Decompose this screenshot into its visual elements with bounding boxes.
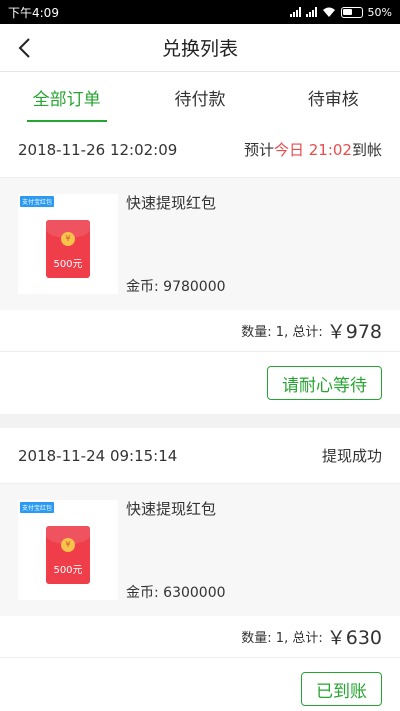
signal-icon bbox=[289, 7, 301, 17]
tab-all-orders[interactable]: 全部订单 bbox=[0, 72, 133, 122]
order-status: 提现成功 bbox=[321, 447, 382, 465]
order-date: 2018-11-24 09:15:14 bbox=[18, 446, 178, 465]
order-date: 2018-11-26 12:02:09 bbox=[18, 140, 178, 159]
red-envelope-image: 支付宝红包 ¥ 500元 bbox=[18, 194, 118, 294]
quantity-label: 数量: 1, 总计: bbox=[241, 631, 323, 646]
tab-bar: 全部订单 待付款 待审核 bbox=[0, 72, 400, 122]
order-total: ￥978 bbox=[326, 321, 382, 343]
coin-amount: 金币: 6300000 bbox=[126, 585, 226, 601]
alipay-tag: 支付宝红包 bbox=[20, 502, 55, 513]
back-icon[interactable] bbox=[14, 36, 36, 60]
signal-icon-2 bbox=[305, 7, 317, 17]
product-row[interactable]: 支付宝红包 ¥ 500元 快速提现红包 金币: 9780000 bbox=[0, 178, 400, 310]
order-summary: 数量: 1, 总计: ￥630 bbox=[0, 616, 400, 658]
tab-pending-review[interactable]: 待审核 bbox=[267, 72, 400, 122]
wait-button[interactable]: 请耐心等待 bbox=[267, 366, 382, 400]
order-status: 预计今日 21:02到帐 bbox=[243, 141, 382, 159]
red-envelope-icon: ¥ 500元 bbox=[46, 526, 90, 584]
red-envelope-icon: ¥ 500元 bbox=[46, 220, 90, 278]
title-bar: 兑换列表 bbox=[0, 24, 400, 72]
received-button[interactable]: 已到账 bbox=[301, 672, 382, 706]
product-row[interactable]: 支付宝红包 ¥ 500元 快速提现红包 金币: 6300000 bbox=[0, 484, 400, 616]
order-card: 2018-11-24 09:15:14 提现成功 支付宝红包 ¥ 500元 快速… bbox=[0, 428, 400, 711]
order-card: 2018-11-26 12:02:09 预计今日 21:02到帐 支付宝红包 ¥… bbox=[0, 122, 400, 414]
battery-level: 50% bbox=[367, 5, 392, 19]
page-title: 兑换列表 bbox=[161, 38, 238, 60]
quantity-label: 数量: 1, 总计: bbox=[241, 325, 323, 340]
battery-icon bbox=[340, 6, 363, 18]
product-name: 快速提现红包 bbox=[126, 194, 217, 212]
product-name: 快速提现红包 bbox=[126, 500, 217, 518]
order-summary: 数量: 1, 总计: ￥978 bbox=[0, 310, 400, 352]
alipay-tag: 支付宝红包 bbox=[20, 196, 55, 207]
status-bar: 下午4:09 50% bbox=[0, 0, 400, 24]
red-envelope-image: 支付宝红包 ¥ 500元 bbox=[18, 500, 118, 600]
order-total: ￥630 bbox=[326, 627, 382, 649]
coin-amount: 金币: 9780000 bbox=[126, 279, 226, 295]
tab-pending-payment[interactable]: 待付款 bbox=[133, 72, 266, 122]
wifi-icon bbox=[322, 7, 335, 17]
status-time: 下午4:09 bbox=[8, 5, 59, 20]
